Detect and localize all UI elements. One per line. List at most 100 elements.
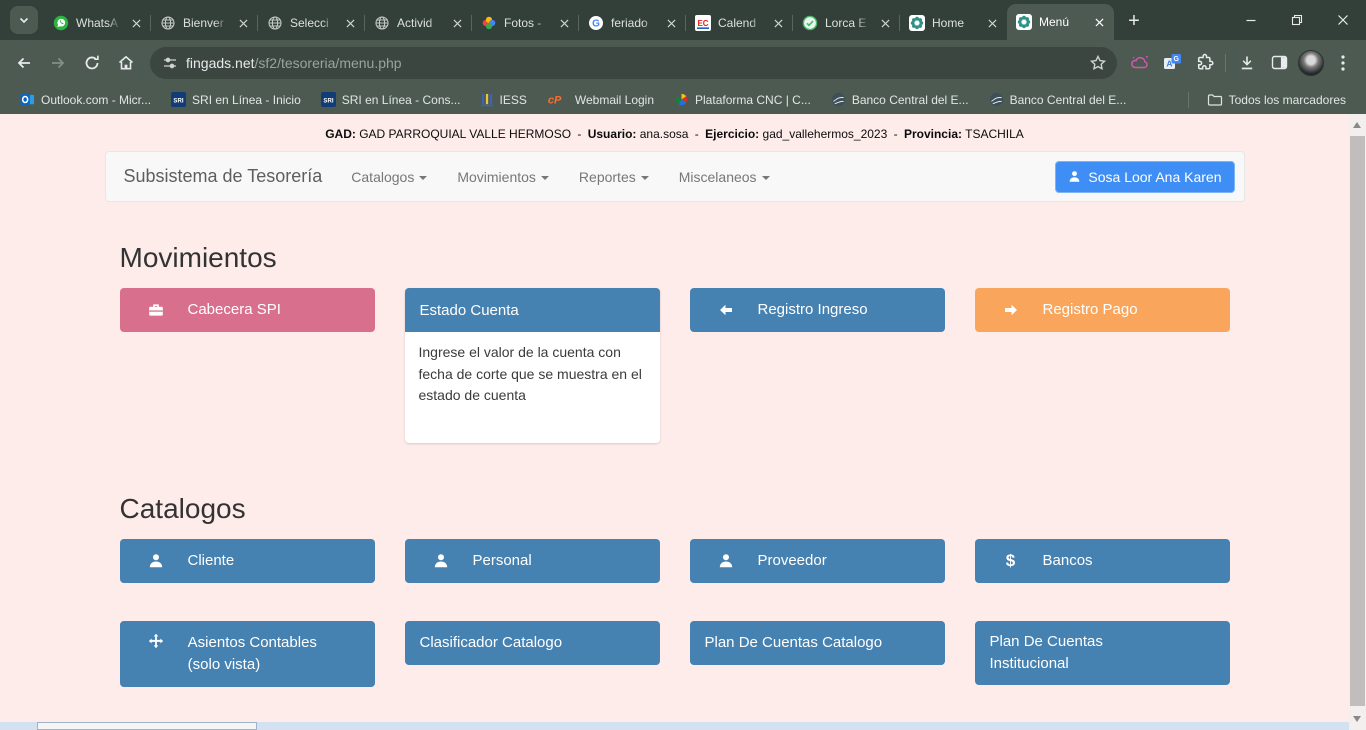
- bookmark-cnc[interactable]: Plataforma CNC | C...: [666, 89, 819, 110]
- tab-home[interactable]: Home: [900, 6, 1007, 40]
- button-label: Personal: [473, 550, 532, 572]
- vertical-scrollbar[interactable]: [1349, 114, 1366, 730]
- person-icon: [433, 553, 449, 569]
- menu-catalogos[interactable]: Catalogos: [336, 152, 442, 201]
- info-label-provincia: Provincia:: [904, 127, 962, 141]
- tab-close-icon[interactable]: [128, 15, 144, 31]
- tab-calendario[interactable]: EC Calend: [686, 6, 793, 40]
- tab-close-icon[interactable]: [663, 15, 679, 31]
- profile-avatar[interactable]: [1296, 48, 1326, 78]
- tab-close-icon[interactable]: [984, 15, 1000, 31]
- tab-close-icon[interactable]: [770, 15, 786, 31]
- bookmark-iess[interactable]: IESS: [473, 89, 535, 110]
- vertical-scrollbar-thumb[interactable]: [1350, 136, 1365, 706]
- bookmark-webmail[interactable]: cP Webmail Login: [539, 89, 662, 110]
- tab-search-button[interactable]: [10, 6, 38, 34]
- button-label: Registro Ingreso: [758, 299, 868, 321]
- user-button-label: Sosa Loor Ana Karen: [1088, 169, 1221, 185]
- estado-cuenta-description: Ingrese el valor de la cuenta con fecha …: [405, 332, 660, 443]
- tab-title: Activid: [397, 16, 442, 30]
- plan-cuentas-institucional-button[interactable]: Plan De Cuentas Institucional: [975, 621, 1230, 685]
- translate-icon[interactable]: AG: [1157, 48, 1187, 78]
- button-label: Bancos: [1043, 550, 1093, 572]
- info-value-usuario: ana.sosa: [640, 127, 689, 141]
- bookmarks-separator: [1188, 92, 1189, 108]
- minimize-button[interactable]: [1228, 0, 1274, 40]
- registro-ingreso-button[interactable]: Registro Ingreso: [690, 288, 945, 332]
- side-panel-icon[interactable]: [1264, 48, 1294, 78]
- bookmarks-bar: Outlook.com - Micr... SRI SRI en Línea -…: [0, 85, 1366, 114]
- tab-close-icon[interactable]: [235, 15, 251, 31]
- globe-icon: [267, 15, 283, 31]
- tab-close-icon[interactable]: [342, 15, 358, 31]
- tab-close-icon[interactable]: [556, 15, 572, 31]
- bookmark-sri-consultas[interactable]: SRI SRI en Línea - Cons...: [313, 89, 469, 110]
- dark-globe-icon: [989, 92, 1004, 107]
- bookmark-banco-central-1[interactable]: Banco Central del E...: [823, 89, 977, 110]
- bookmark-banco-central-2[interactable]: Banco Central del E...: [981, 89, 1135, 110]
- tab-actividades[interactable]: Activid: [365, 6, 472, 40]
- horizontal-scrollbar-thumb[interactable]: [37, 722, 257, 730]
- url-text: fingads.net/sf2/tesoreria/menu.php: [186, 55, 1081, 71]
- proveedor-button[interactable]: Proveedor: [690, 539, 945, 583]
- tab-close-icon[interactable]: [449, 15, 465, 31]
- tab-bienvenido[interactable]: Bienver: [151, 6, 258, 40]
- bookmark-outlook[interactable]: Outlook.com - Micr...: [12, 89, 159, 110]
- tab-lorca[interactable]: Lorca E: [793, 6, 900, 40]
- extensions-puzzle-icon[interactable]: [1189, 48, 1219, 78]
- downloads-icon[interactable]: [1232, 48, 1262, 78]
- personal-button[interactable]: Personal: [405, 539, 660, 583]
- caret-down-icon: [762, 176, 770, 180]
- tab-feriados[interactable]: G feriado: [579, 6, 686, 40]
- clasificador-catalogo-button[interactable]: Clasificador Catalogo: [405, 621, 660, 665]
- bookmark-label: SRI en Línea - Cons...: [342, 93, 461, 107]
- home-button[interactable]: [110, 47, 142, 79]
- bookmark-label: Banco Central del E...: [1010, 93, 1127, 107]
- bookmark-label: Webmail Login: [575, 93, 654, 107]
- extension-cloud-icon[interactable]: [1125, 48, 1155, 78]
- plan-cuentas-catalogo-button[interactable]: Plan De Cuentas Catalogo: [690, 621, 945, 665]
- tab-close-icon[interactable]: [877, 15, 893, 31]
- cliente-button[interactable]: Cliente: [120, 539, 375, 583]
- scroll-up-icon[interactable]: [1353, 122, 1361, 128]
- address-bar[interactable]: fingads.net/sf2/tesoreria/menu.php: [150, 47, 1117, 79]
- bookmark-star-icon[interactable]: [1089, 54, 1107, 72]
- estado-cuenta-button[interactable]: Estado Cuenta: [405, 288, 660, 332]
- all-bookmarks-button[interactable]: Todos los marcadores: [1199, 90, 1354, 110]
- back-button[interactable]: [8, 47, 40, 79]
- tab-menu-active[interactable]: Menú: [1007, 4, 1114, 40]
- tab-title: Lorca E: [825, 16, 870, 30]
- new-tab-button[interactable]: +: [1120, 7, 1148, 35]
- lorca-icon: [802, 15, 818, 31]
- google-photos-icon: [481, 15, 497, 31]
- teal-flower-icon: [1016, 14, 1032, 30]
- horizontal-scrollbar[interactable]: [0, 722, 1349, 730]
- bancos-button[interactable]: $ Bancos: [975, 539, 1230, 583]
- tab-close-icon[interactable]: [1091, 14, 1107, 30]
- tab-title: Bienver: [183, 16, 228, 30]
- forward-button[interactable]: [42, 47, 74, 79]
- close-window-button[interactable]: [1320, 0, 1366, 40]
- tab-fotos[interactable]: Fotos -: [472, 6, 579, 40]
- menu-movimientos[interactable]: Movimientos: [442, 152, 564, 201]
- menu-miscelaneos[interactable]: Miscelaneos: [664, 152, 785, 201]
- main-content: Movimientos Cabecera SPI Estado Cuenta I…: [120, 242, 1230, 687]
- tab-seleccionar[interactable]: Selecci: [258, 6, 365, 40]
- tab-whatsapp[interactable]: WhatsA: [44, 6, 151, 40]
- scroll-down-icon[interactable]: [1353, 716, 1361, 722]
- tab-title: Menú: [1039, 15, 1084, 29]
- browser-window: WhatsA Bienver Selecci Activid: [0, 0, 1366, 730]
- registro-pago-button[interactable]: Registro Pago: [975, 288, 1230, 332]
- person-icon: [718, 553, 734, 569]
- menu-reportes[interactable]: Reportes: [564, 152, 664, 201]
- user-button[interactable]: Sosa Loor Ana Karen: [1055, 161, 1234, 193]
- reload-button[interactable]: [76, 47, 108, 79]
- bookmark-sri-inicio[interactable]: SRI SRI en Línea - Inicio: [163, 89, 309, 110]
- asientos-contables-button[interactable]: Asientos Contables (solo vista): [120, 621, 375, 687]
- restore-button[interactable]: [1274, 0, 1320, 40]
- site-info-icon[interactable]: [162, 55, 178, 71]
- browser-menu-button[interactable]: [1328, 48, 1358, 78]
- info-label-usuario: Usuario:: [588, 127, 637, 141]
- cabecera-spi-button[interactable]: Cabecera SPI: [120, 288, 375, 332]
- svg-text:G: G: [1173, 56, 1179, 63]
